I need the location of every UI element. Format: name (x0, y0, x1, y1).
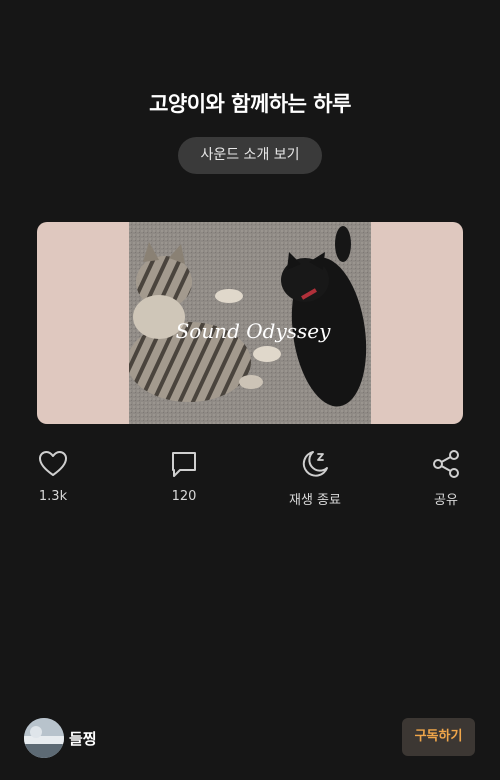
cover-image: Sound Odyssey (129, 222, 371, 424)
like-button[interactable]: 1.3k (8, 448, 98, 504)
subscribe-button[interactable]: 구독하기 (402, 718, 475, 756)
avatar-image (24, 718, 64, 758)
comment-button[interactable]: 120 (139, 448, 229, 504)
comment-icon (172, 452, 196, 477)
action-bar: 1.3k 120 재생 종료 공유 (0, 448, 500, 518)
sleep-timer-label: 재생 종료 (289, 493, 341, 508)
creator-name[interactable]: 들찡 (69, 728, 97, 749)
sleep-timer-icon (302, 451, 328, 477)
media-cover-card[interactable]: Sound Odyssey (37, 222, 463, 424)
page-title: 고양이와 함께하는 하루 (149, 92, 351, 116)
sound-intro-button[interactable]: 사운드 소개 보기 (178, 137, 322, 174)
heart-icon (39, 451, 67, 476)
like-count: 1.3k (38, 489, 68, 504)
cover-watermark: Sound Odyssey (176, 319, 332, 343)
creator-avatar[interactable] (24, 718, 64, 758)
creator-bar: 들찡 구독하기 (0, 716, 500, 760)
share-button[interactable]: 공유 (401, 448, 491, 508)
comment-count: 120 (171, 489, 197, 504)
share-icon (433, 450, 459, 478)
share-label: 공유 (434, 493, 458, 508)
sleep-timer-button[interactable]: 재생 종료 (270, 448, 360, 508)
